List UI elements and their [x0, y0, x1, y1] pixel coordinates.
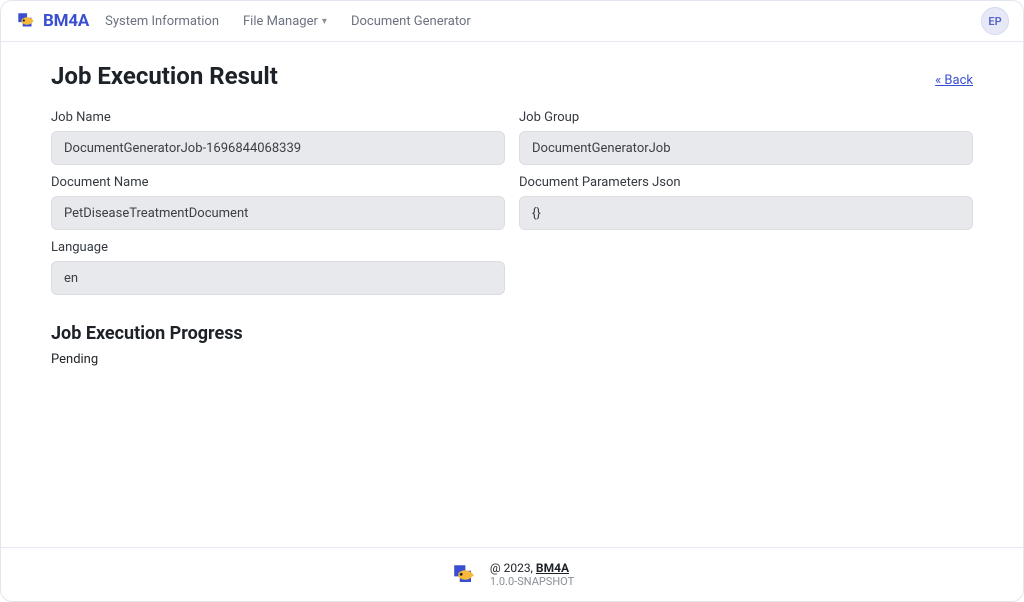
brand-logo-icon	[15, 10, 37, 32]
back-link[interactable]: « Back	[935, 73, 973, 88]
nav-file-manager[interactable]: File Manager ▾	[243, 14, 327, 29]
progress-status: Pending	[51, 352, 973, 367]
job-group-value: DocumentGeneratorJob	[519, 131, 973, 165]
field-document-name: Document Name PetDiseaseTreatmentDocumen…	[51, 175, 505, 230]
footer-logo-icon	[450, 561, 478, 589]
main-content: Job Execution Result « Back Job Name Doc…	[1, 42, 1023, 547]
language-value: en	[51, 261, 505, 295]
language-label: Language	[51, 240, 505, 255]
job-group-label: Job Group	[519, 110, 973, 125]
footer: @ 2023, BM4A 1.0.0-SNAPSHOT	[1, 547, 1023, 601]
document-params-label: Document Parameters Json	[519, 175, 973, 190]
navbar: BM4A System Information File Manager ▾ D…	[1, 1, 1023, 42]
progress-heading: Job Execution Progress	[51, 323, 973, 344]
page-title: Job Execution Result	[51, 62, 278, 90]
user-avatar[interactable]: EP	[981, 7, 1009, 35]
job-name-value: DocumentGeneratorJob-1696844068339	[51, 131, 505, 165]
nav-document-generator[interactable]: Document Generator	[351, 14, 471, 29]
footer-copyright-prefix: @ 2023,	[490, 561, 536, 575]
nav-system-information[interactable]: System Information	[105, 14, 219, 29]
brand-link[interactable]: BM4A	[15, 10, 89, 32]
document-name-label: Document Name	[51, 175, 505, 190]
field-language: Language en	[51, 240, 505, 295]
avatar-initials: EP	[988, 15, 1001, 28]
footer-brand-link[interactable]: BM4A	[536, 561, 569, 575]
field-job-group: Job Group DocumentGeneratorJob	[519, 110, 973, 165]
footer-version: 1.0.0-SNAPSHOT	[490, 575, 574, 588]
footer-copyright: @ 2023, BM4A	[490, 561, 574, 575]
nav-file-manager-label: File Manager	[243, 14, 318, 29]
chevron-down-icon: ▾	[322, 16, 327, 27]
document-name-value: PetDiseaseTreatmentDocument	[51, 196, 505, 230]
field-document-params: Document Parameters Json {}	[519, 175, 973, 230]
nav-links: System Information File Manager ▾ Docume…	[105, 14, 471, 29]
brand-name: BM4A	[43, 11, 89, 31]
document-params-value: {}	[519, 196, 973, 230]
job-name-label: Job Name	[51, 110, 505, 125]
field-job-name: Job Name DocumentGeneratorJob-1696844068…	[51, 110, 505, 165]
